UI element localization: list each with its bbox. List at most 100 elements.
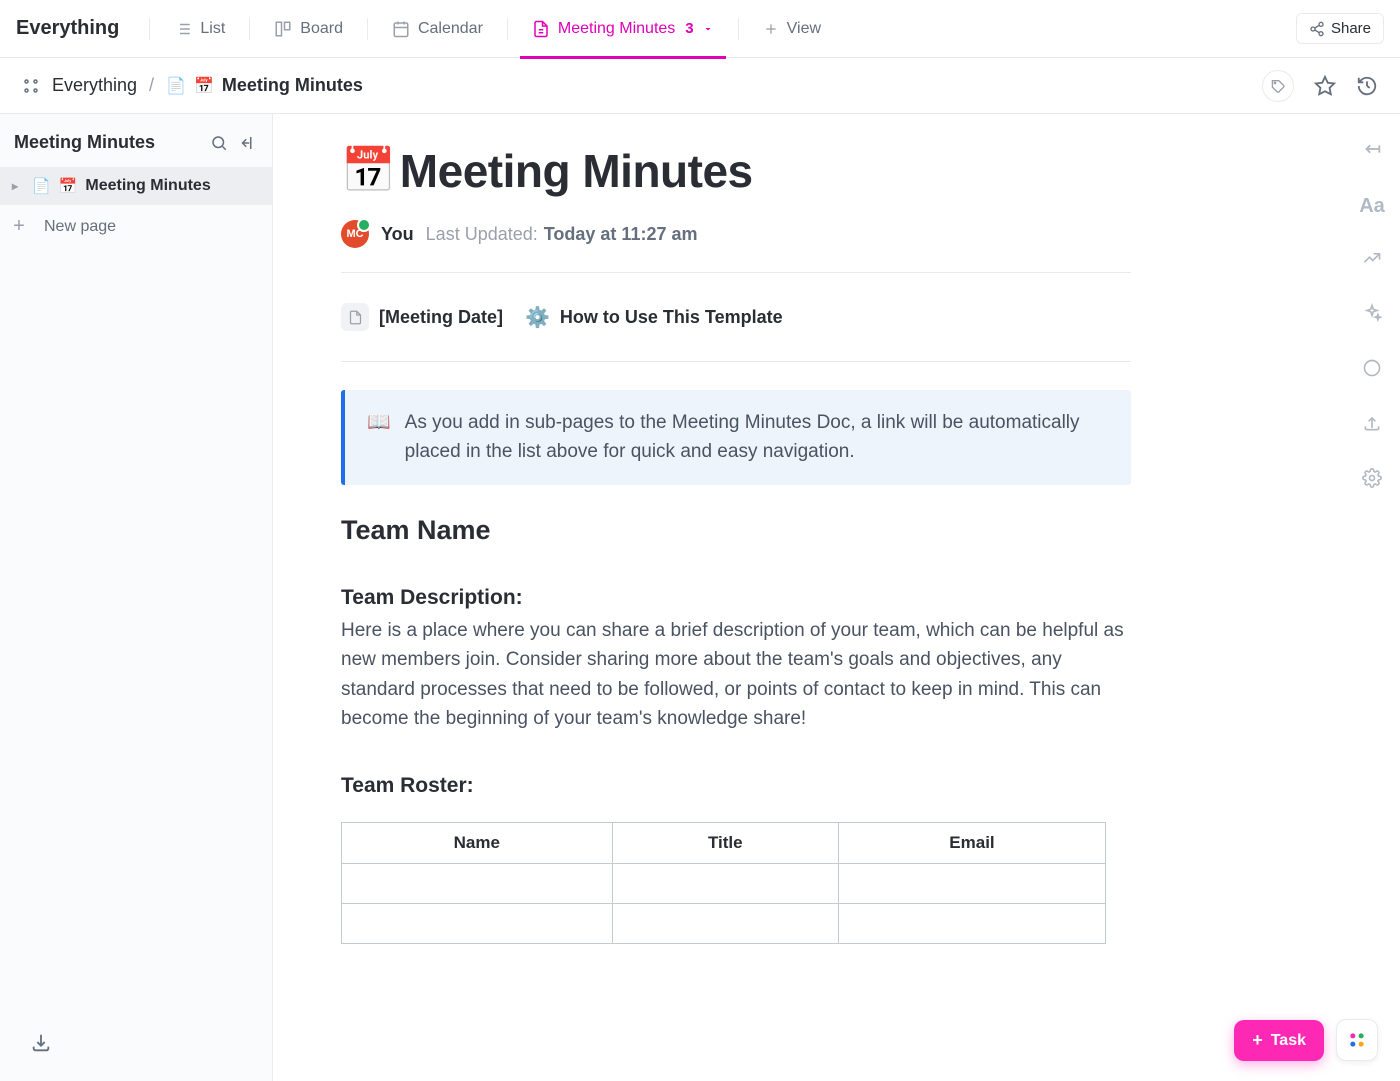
doc-emoji[interactable]: 📅 [341,149,396,193]
subpage-label: How to Use This Template [560,307,783,328]
author-label: You [381,224,414,245]
plus-icon [763,21,779,37]
col-title[interactable]: Title [612,822,838,863]
collapse-sidebar-icon[interactable] [238,134,256,152]
col-email[interactable]: Email [838,822,1105,863]
share-label: Share [1331,20,1371,37]
page-doc-icon: 📄 [32,177,51,195]
tab-meeting-minutes[interactable]: Meeting Minutes 3 [520,0,726,58]
breadcrumb-page-label: Meeting Minutes [222,75,363,96]
sidebar-header: Meeting Minutes [0,114,272,167]
page-doc-icon: 📄 [166,76,186,96]
heading-team-description[interactable]: Team Description: [341,586,1131,610]
table-header-row: Name Title Email [342,822,1106,863]
search-icon[interactable] [210,134,228,152]
sidebar-item-meeting-minutes[interactable]: ▸ 📄 📅 Meeting Minutes [0,167,272,205]
sparkle-icon[interactable] [1362,303,1382,328]
document: 📅 Meeting Minutes MC You Last Updated: T… [341,144,1171,944]
divider [341,361,1131,362]
doc-sidebar: Meeting Minutes ▸ 📄 📅 Meeting Minutes + … [0,114,273,1081]
doc-meta: MC You Last Updated: Today at 11:27 am [341,220,1131,248]
export-icon[interactable] [1362,413,1382,438]
breadcrumb-bar: Everything / 📄 📅 Meeting Minutes [0,58,1400,114]
col-name[interactable]: Name [342,822,613,863]
subpage-meeting-date[interactable]: [Meeting Date] [341,303,503,331]
task-btn-label: Task [1271,1032,1306,1050]
breadcrumb-page[interactable]: 📄 📅 Meeting Minutes [166,75,363,96]
tab-calendar[interactable]: Calendar [380,0,495,58]
updated-label: Last Updated: [426,224,538,245]
top-bar: Everything List Board Calendar Meeting M… [0,0,1400,58]
tab-list[interactable]: List [162,0,237,58]
add-view[interactable]: View [751,0,833,58]
breadcrumb-actions [1262,70,1378,102]
subpage-label: [Meeting Date] [379,307,503,328]
subpage-links: [Meeting Date] ⚙️ How to Use This Templa… [341,297,1131,337]
doc-icon [532,20,550,38]
new-task-button[interactable]: + Task [1234,1020,1324,1061]
chevron-down-icon[interactable] [702,23,714,35]
roster-table[interactable]: Name Title Email [341,822,1106,944]
divider [367,18,368,40]
main: Meeting Minutes ▸ 📄 📅 Meeting Minutes + … [0,114,1400,1081]
activity-icon[interactable] [1362,248,1382,273]
tag-button[interactable] [1262,70,1294,102]
tab-label: Meeting Minutes [558,20,675,38]
gear-icon: ⚙️ [525,305,550,330]
caret-right-icon[interactable]: ▸ [12,179,24,193]
share-icon [1309,21,1325,37]
new-page-label: New page [44,218,116,236]
callout-text[interactable]: As you add in sub-pages to the Meeting M… [405,408,1109,467]
table-row[interactable] [342,903,1106,943]
avatar[interactable]: MC [341,220,369,248]
content-wrap: 📅 Meeting Minutes MC You Last Updated: T… [273,114,1400,1081]
breadcrumb-root[interactable]: Everything [52,75,137,96]
table-row[interactable] [342,863,1106,903]
page-emoji-icon: 📅 [59,177,78,195]
tab-badge: 3 [685,20,693,37]
heading-team-roster[interactable]: Team Roster: [341,774,1131,798]
star-button[interactable] [1314,75,1336,97]
plus-icon: + [1252,1030,1263,1051]
book-icon: 📖 [367,408,391,467]
doc-title-row: 📅 Meeting Minutes [341,144,1131,198]
sidebar-new-page[interactable]: + New page [0,205,272,248]
add-view-label: View [787,20,821,38]
workspace-title[interactable]: Everything [16,17,119,40]
list-icon [174,20,192,38]
settings-icon[interactable] [1362,468,1382,493]
doc-title[interactable]: Meeting Minutes [400,144,753,198]
divider [341,272,1131,273]
calendar-icon [392,20,410,38]
divider [149,18,150,40]
doc-icon [341,303,369,331]
sidebar-title: Meeting Minutes [14,132,200,153]
page-emoji: 📅 [194,76,214,96]
breadcrumb-root-label: Everything [52,75,137,96]
inbox-icon[interactable] [30,1032,52,1059]
share-button[interactable]: Share [1296,13,1384,44]
divider [738,18,739,40]
right-rail: Aa [1344,114,1400,493]
back-arrow-icon[interactable] [1361,138,1383,165]
heading-team-name[interactable]: Team Name [341,515,1131,546]
tab-label: List [200,20,225,38]
grid-icon[interactable] [22,77,40,95]
tab-board[interactable]: Board [262,0,355,58]
divider [249,18,250,40]
board-icon [274,20,292,38]
plus-icon: + [12,215,26,238]
comment-icon[interactable] [1362,358,1382,383]
divider [507,18,508,40]
history-button[interactable] [1356,75,1378,97]
team-description-text[interactable]: Here is a place where you can share a br… [341,616,1131,734]
updated-value: Today at 11:27 am [544,224,698,245]
tab-label: Board [300,20,343,38]
tab-label: Calendar [418,20,483,38]
apps-button[interactable] [1336,1019,1378,1061]
sidebar-item-label: Meeting Minutes [85,177,210,195]
typography-icon[interactable]: Aa [1359,195,1385,218]
info-callout: 📖 As you add in sub-pages to the Meeting… [341,390,1131,485]
breadcrumb-sep: / [149,75,154,96]
subpage-how-to-use[interactable]: ⚙️ How to Use This Template [525,305,783,330]
